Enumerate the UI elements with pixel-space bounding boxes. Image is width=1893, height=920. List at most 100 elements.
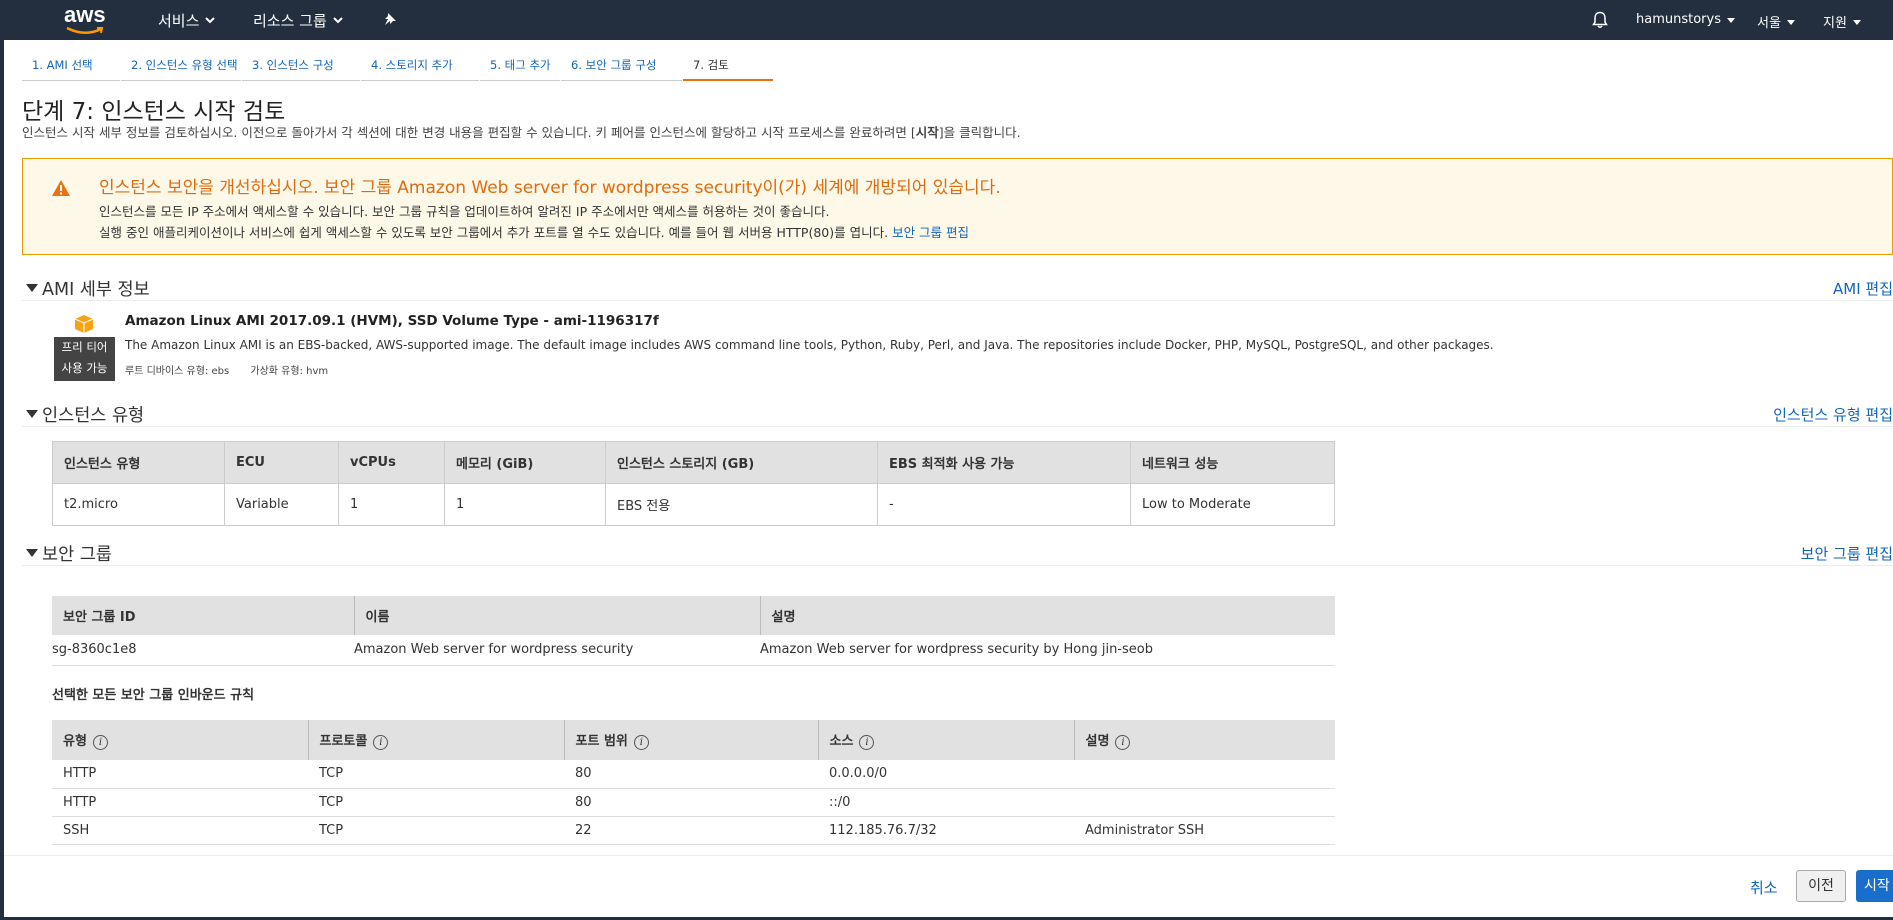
step-choose-ami[interactable]: 1. AMI 선택 <box>22 53 120 81</box>
step-add-storage[interactable]: 4. 스토리지 추가 <box>361 53 479 81</box>
bell-icon <box>1592 11 1608 28</box>
security-warning-alert: 인스턴스 보안을 개선하십시오. 보안 그룹 Amazon Web server… <box>22 158 1893 255</box>
edit-security-group-link[interactable]: 보안 그룹 편집 <box>892 225 969 240</box>
info-icon[interactable]: i <box>1115 735 1131 750</box>
step-choose-instance-type[interactable]: 2. 인스턴스 유형 선택 <box>121 53 241 81</box>
table-row: HTTP TCP 80 ::/0 <box>52 788 1335 817</box>
table-cell: 22 <box>564 816 818 845</box>
notifications-button[interactable] <box>1592 11 1608 29</box>
table-cell: HTTP <box>52 788 308 817</box>
table-cell: - <box>877 483 1131 526</box>
edit-security-group-link[interactable]: 보안 그룹 편집 <box>1801 543 1893 564</box>
warning-text-2: 실행 중인 애플리케이션이나 서비스에 쉽게 액세스할 수 있도록 보안 그룹에… <box>99 222 969 241</box>
ami-meta: 루트 디바이스 유형: ebs 가상화 유형: hvm <box>125 362 346 377</box>
table-header-row: 인스턴스 유형 ECU vCPUs 메모리 (GiB) 인스턴스 스토리지 (G… <box>52 441 1335 484</box>
security-group-section-header: 보안 그룹 보안 그룹 편집 <box>22 540 1893 566</box>
table-cell: Amazon Web server for wordpress security <box>354 635 760 666</box>
main-panel: 1. AMI 선택 2. 인스턴스 유형 선택 3. 인스턴스 구성 4. 스토… <box>4 40 1893 917</box>
collapse-toggle-icon[interactable] <box>26 410 38 418</box>
wizard-footer: 취소 이전 시작 <box>4 855 1893 917</box>
table-row: sg-8360c1e8 Amazon Web server for wordpr… <box>52 635 1335 666</box>
column-header: EBS 최적화 사용 가능 <box>877 441 1131 484</box>
column-header-source: 소스 i <box>817 720 1074 760</box>
aws-logo-text: aws <box>64 2 106 27</box>
table-cell: 80 <box>564 760 818 789</box>
info-icon[interactable]: i <box>92 735 108 750</box>
pin-button[interactable] <box>383 12 397 26</box>
warning-text: 인스턴스를 모든 IP 주소에서 액세스할 수 있습니다. 보안 그룹 규칙을 … <box>99 204 830 219</box>
region-menu[interactable]: 서울 <box>1757 12 1795 31</box>
support-label: 지원 <box>1823 16 1847 31</box>
virtualization-type: 가상화 유형: hvm <box>250 366 329 377</box>
edit-ami-link[interactable]: AMI 편집 <box>1833 278 1893 299</box>
column-header-label: 유형 <box>63 734 87 749</box>
ami-name: Amazon Linux AMI 2017.09.1 (HVM), SSD Vo… <box>125 313 659 329</box>
table-cell: 1 <box>444 483 606 526</box>
table-cell <box>1074 788 1335 817</box>
collapse-toggle-icon[interactable] <box>26 549 38 557</box>
table-cell: 1 <box>338 483 445 526</box>
previous-button[interactable]: 이전 <box>1796 870 1846 902</box>
table-cell: Administrator SSH <box>1074 816 1335 845</box>
column-header: 이름 <box>353 596 760 635</box>
table-cell: ::/0 <box>818 788 1074 817</box>
info-icon[interactable]: i <box>373 735 389 750</box>
table-cell: 112.185.76.7/32 <box>818 816 1074 845</box>
column-header: ECU <box>224 441 339 484</box>
root-device-type: 루트 디바이스 유형: ebs <box>125 366 230 377</box>
page-title: 단계 7: 인스턴스 시작 검토 <box>22 99 286 125</box>
account-username: hamunstorys <box>1636 12 1721 27</box>
column-header-label: 프로토콜 <box>319 734 368 749</box>
aws-logo[interactable]: aws <box>64 2 106 36</box>
caret-down-icon <box>1852 20 1861 25</box>
step-configure-security-group[interactable]: 6. 보안 그룹 구성 <box>561 53 682 81</box>
table-cell: HTTP <box>52 760 308 789</box>
table-cell: 0.0.0.0/0 <box>818 760 1074 789</box>
page-description-bold: 시작 <box>915 125 939 140</box>
collapse-toggle-icon[interactable] <box>26 284 38 292</box>
column-header: vCPUs <box>338 441 445 484</box>
info-icon[interactable]: i <box>633 735 649 750</box>
account-menu[interactable]: hamunstorys <box>1636 12 1735 27</box>
cube-icon <box>74 315 94 333</box>
ami-description: The Amazon Linux AMI is an EBS-backed, A… <box>125 338 1494 352</box>
table-cell <box>1074 760 1335 789</box>
edit-instance-type-link[interactable]: 인스턴스 유형 편집 <box>1773 404 1893 425</box>
step-add-tags[interactable]: 5. 태그 추가 <box>480 53 560 81</box>
step-configure-instance[interactable]: 3. 인스턴스 구성 <box>242 53 360 81</box>
step-review[interactable]: 7. 검토 <box>683 53 773 81</box>
table-row: HTTP TCP 80 0.0.0.0/0 <box>52 760 1335 789</box>
page-description-text-end: ]을 클릭합니다. <box>938 125 1021 140</box>
free-tier-badge-line2: 사용 가능 <box>61 361 108 375</box>
caret-down-icon <box>1726 18 1735 23</box>
column-header-description: 설명 i <box>1073 720 1335 760</box>
table-cell: EBS 전용 <box>605 483 878 526</box>
resource-groups-menu[interactable]: 리소스 그룹 <box>253 10 343 31</box>
warning-text-2-content: 실행 중인 애플리케이션이나 서비스에 쉽게 액세스할 수 있도록 보안 그룹에… <box>99 225 889 240</box>
column-header: 네트워크 성능 <box>1130 441 1335 484</box>
info-icon[interactable]: i <box>859 735 875 750</box>
column-header-type: 유형 i <box>52 720 308 760</box>
caret-down-icon <box>1786 20 1795 25</box>
table-row: t2.micro Variable 1 1 EBS 전용 - Low to Mo… <box>52 483 1335 526</box>
column-header-label: 소스 <box>829 734 854 749</box>
table-cell: TCP <box>308 788 564 817</box>
cancel-button[interactable]: 취소 <box>1750 877 1778 898</box>
instance-type-section-header: 인스턴스 유형 인스턴스 유형 편집 <box>22 401 1893 427</box>
resource-groups-label: 리소스 그룹 <box>253 12 327 30</box>
table-cell: TCP <box>308 760 564 789</box>
support-menu[interactable]: 지원 <box>1823 12 1861 31</box>
services-label: 서비스 <box>158 12 200 30</box>
ami-details-section-header: AMI 세부 정보 AMI 편집 <box>22 275 1893 301</box>
section-title: 보안 그룹 <box>42 545 112 565</box>
column-header-protocol: 프로토콜 i <box>307 720 564 760</box>
launch-button[interactable]: 시작 <box>1856 870 1893 902</box>
table-cell: Amazon Web server for wordpress security… <box>760 635 1335 666</box>
column-header-port-range: 포트 범위 i <box>563 720 818 760</box>
table-header-row: 보안 그룹 ID 이름 설명 <box>52 596 1335 635</box>
instance-type-table: 인스턴스 유형 ECU vCPUs 메모리 (GiB) 인스턴스 스토리지 (G… <box>52 441 1335 526</box>
services-menu[interactable]: 서비스 <box>158 10 216 31</box>
warning-icon <box>52 180 70 196</box>
column-header-label: 포트 범위 <box>575 734 628 749</box>
inbound-rules-table: 유형 i 프로토콜 i 포트 범위 i 소스 i 설명 i HTTP TCP 80 0.0… <box>52 720 1335 845</box>
